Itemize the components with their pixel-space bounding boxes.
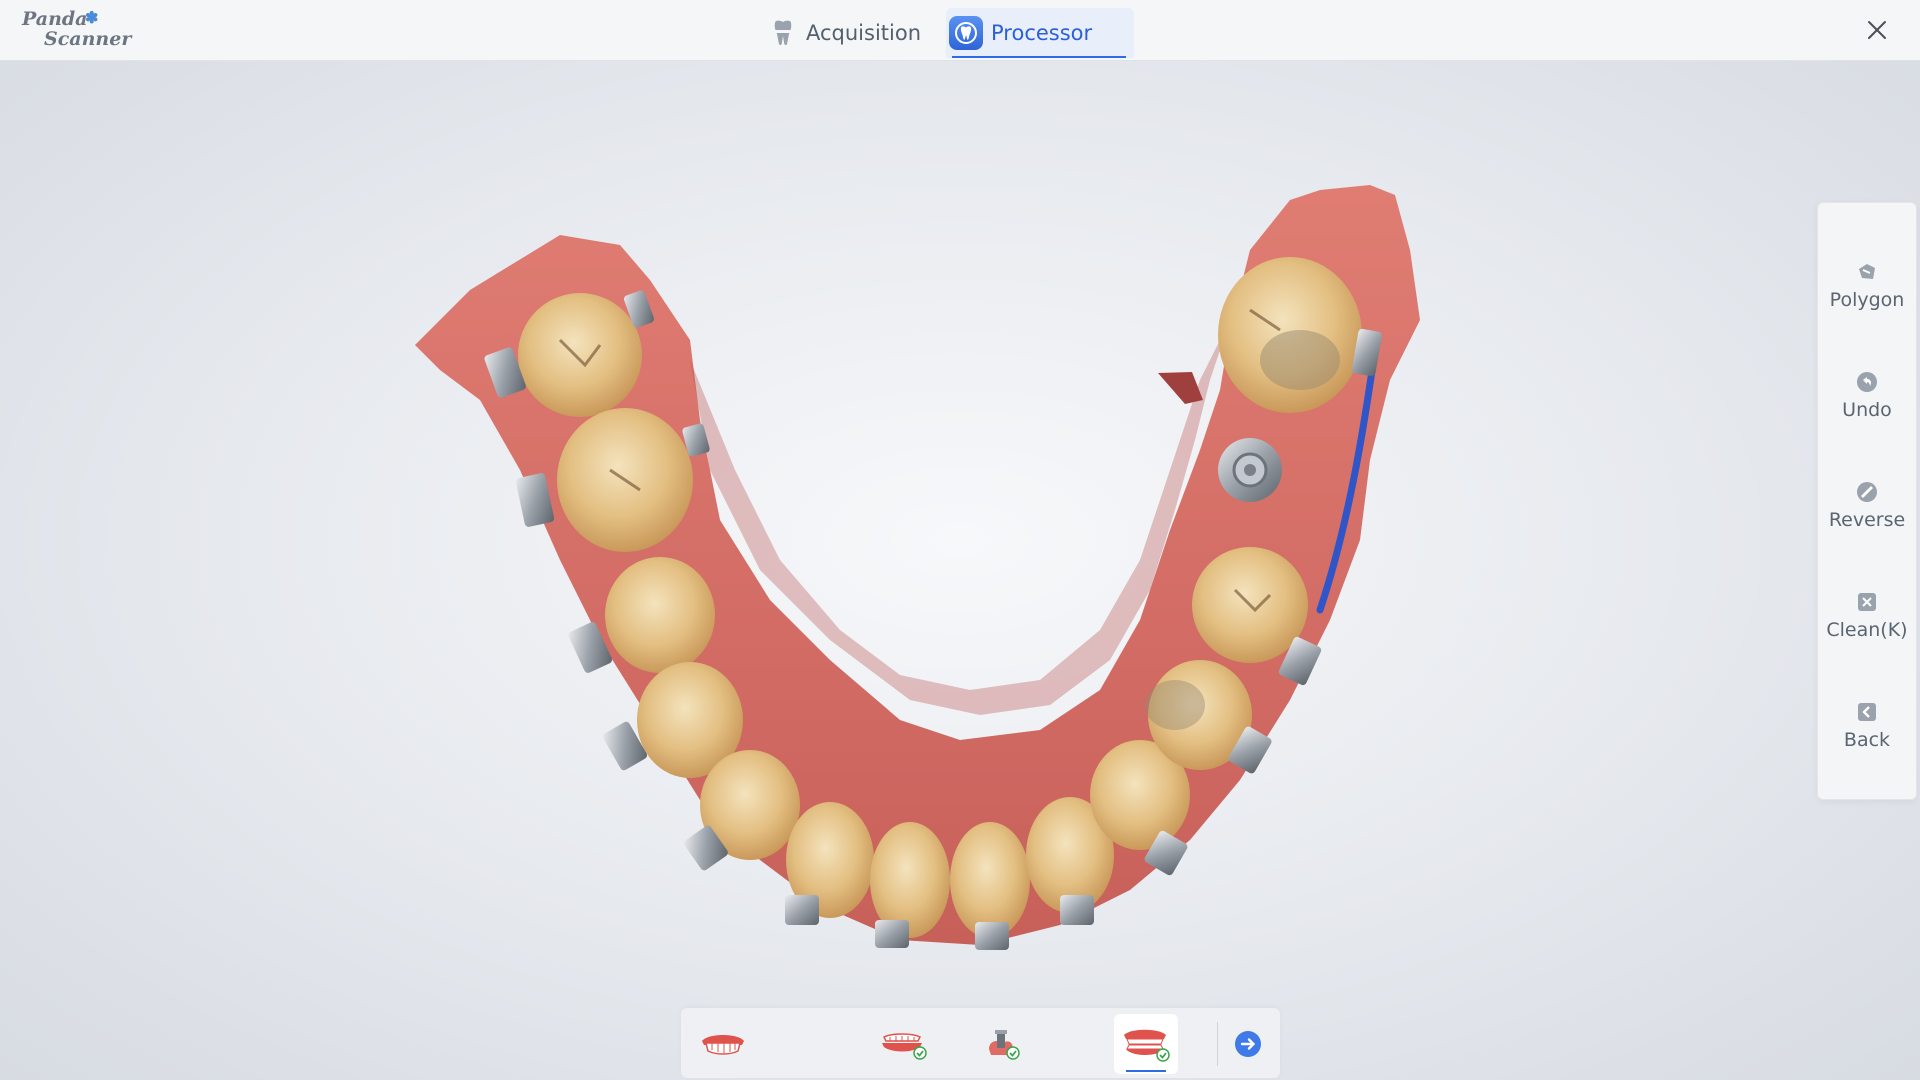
tooth <box>518 293 642 417</box>
lower-jaw-button[interactable] <box>871 1014 935 1074</box>
back-button[interactable]: Back <box>1818 693 1916 773</box>
tab-acquisition[interactable]: Acquisition <box>760 8 921 58</box>
logo-line2: Scanner <box>44 28 132 50</box>
top-bar: Panda ✽ Scanner Acquisition Processor <box>0 0 1920 61</box>
clean-button[interactable]: Clean(K) <box>1818 583 1916 663</box>
tooth <box>605 557 715 673</box>
reverse-button[interactable]: Reverse <box>1818 473 1916 553</box>
tab-processor-label: Processor <box>991 21 1093 45</box>
bite-checked-icon <box>1124 1029 1170 1062</box>
tooth-icon <box>772 20 794 46</box>
logo-line1: Panda <box>22 8 88 30</box>
scan-fragment <box>1158 372 1203 404</box>
scan-body-button[interactable] <box>971 1014 1035 1074</box>
app-logo: Panda ✽ Scanner <box>22 8 132 52</box>
paw-icon: ✽ <box>85 8 99 27</box>
polygon-button[interactable]: Polygon <box>1818 253 1916 333</box>
close-icon <box>1868 21 1886 39</box>
tab-acquisition-label: Acquisition <box>806 21 922 45</box>
reverse-icon <box>1857 482 1877 502</box>
tab-processor[interactable]: Processor <box>946 8 1134 58</box>
reverse-label: Reverse <box>1828 509 1906 531</box>
edit-tool-panel: Polygon Undo Reverse Clean(K) Back <box>1817 202 1917 800</box>
lower-jaw-checked-icon <box>882 1033 927 1060</box>
undo-button[interactable]: Undo <box>1818 363 1916 443</box>
processor-icon <box>949 16 983 50</box>
upper-jaw-button[interactable] <box>691 1014 755 1074</box>
polygon-label: Polygon <box>1829 289 1905 311</box>
next-step-button[interactable] <box>1216 1014 1280 1074</box>
undo-icon <box>1857 372 1877 392</box>
back-label: Back <box>1843 729 1891 751</box>
clean-icon <box>1858 593 1876 611</box>
polygon-icon <box>1859 264 1875 279</box>
tooth <box>950 822 1030 938</box>
upper-jaw-icon <box>702 1035 744 1055</box>
clean-label: Clean(K) <box>1826 619 1908 641</box>
scan-step-toolbar <box>681 1008 1280 1078</box>
scan-viewport[interactable] <box>0 61 1920 1080</box>
bite-scan-button[interactable] <box>1114 1014 1178 1074</box>
dental-scan-model[interactable] <box>0 61 1920 1080</box>
close-button[interactable] <box>1862 15 1892 45</box>
scan-body-checked-icon <box>989 1030 1020 1060</box>
back-icon <box>1858 703 1876 721</box>
next-arrow-icon <box>1235 1031 1261 1057</box>
undo-label: Undo <box>1842 399 1892 421</box>
